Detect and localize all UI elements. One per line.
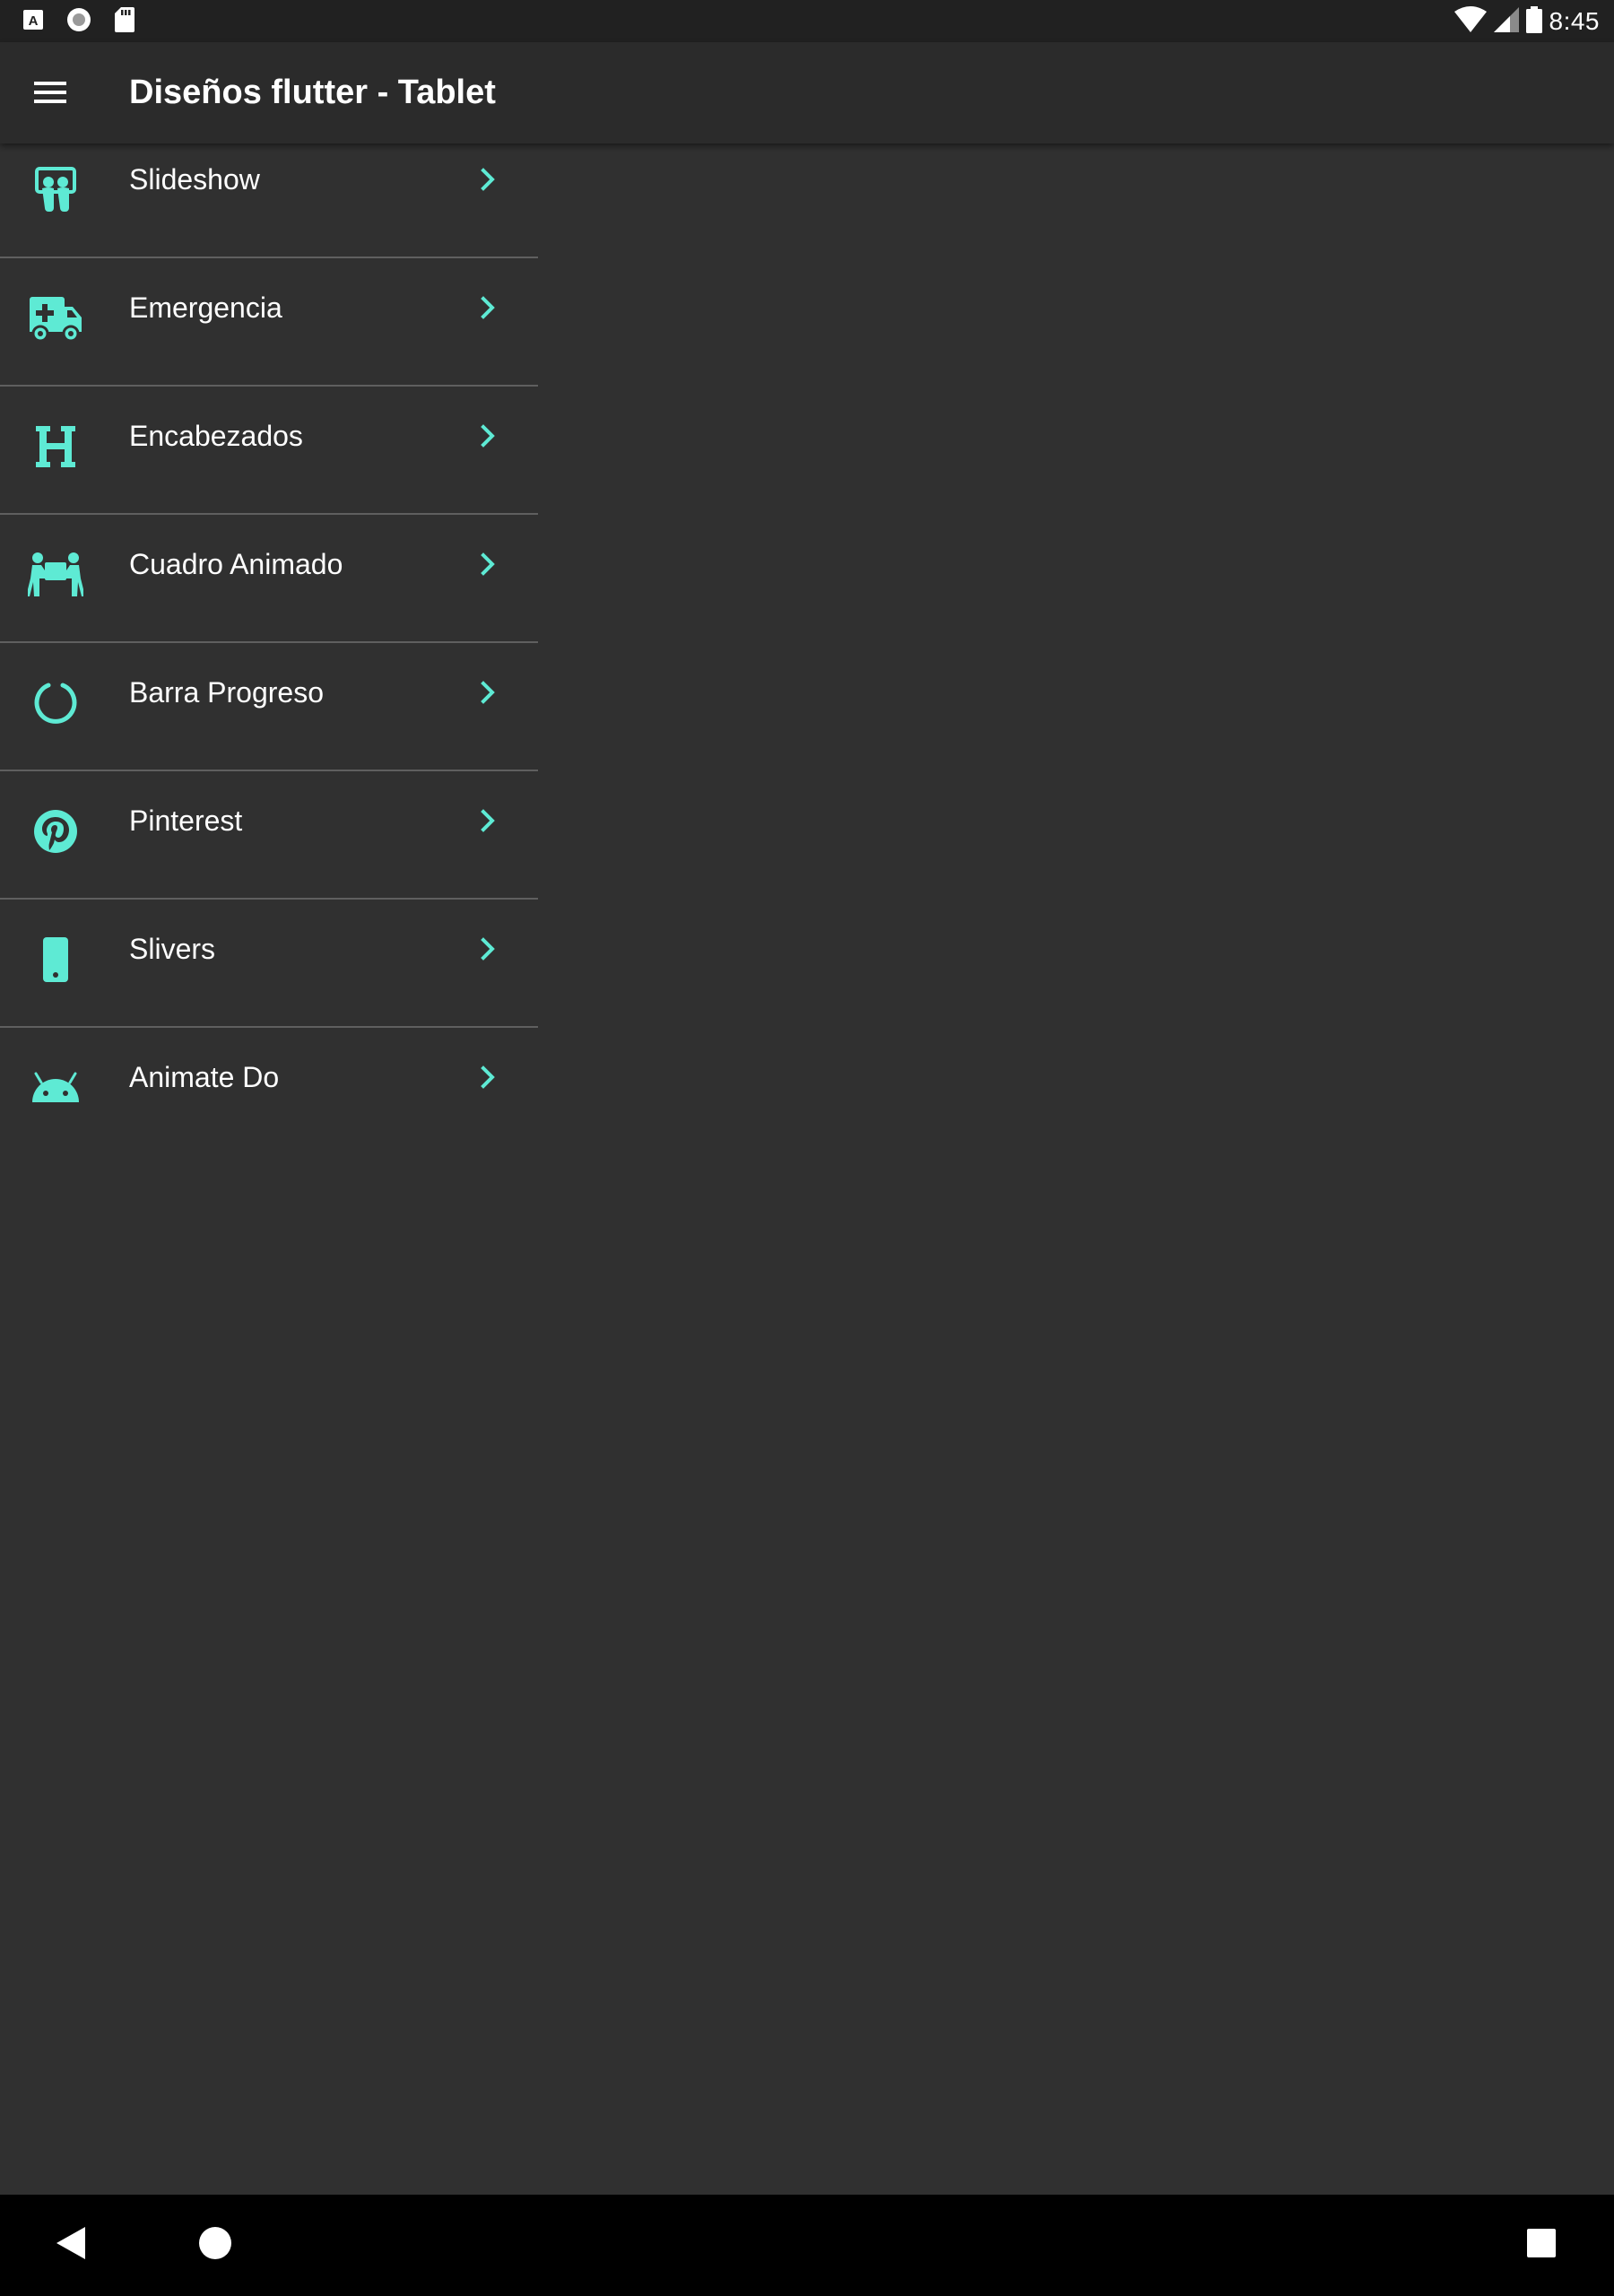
menu-item-barra-progreso[interactable]: Barra Progreso (0, 643, 538, 771)
menu-item-label: Barra Progreso (129, 676, 324, 709)
svg-text:A: A (29, 13, 39, 29)
status-left-icons: A (23, 6, 134, 37)
pinterest-icon (27, 803, 84, 860)
record-icon (66, 7, 91, 37)
chevron-right-icon (472, 676, 504, 709)
status-time: 8:45 (1549, 7, 1600, 35)
menu-list: Slideshow Emergencia Encabezados Cuadro … (0, 144, 538, 1156)
hamburger-menu-button[interactable] (18, 62, 82, 126)
chevron-right-icon (472, 933, 504, 965)
menu-item-label: Slivers (129, 933, 216, 965)
home-button[interactable] (164, 2195, 265, 2296)
menu-item-label: Slideshow (129, 163, 260, 196)
chevron-right-icon (472, 804, 504, 837)
chevron-right-icon (472, 548, 504, 580)
back-icon (55, 2225, 87, 2266)
sd-card-icon (115, 6, 134, 37)
wifi-icon (1453, 5, 1487, 38)
navigation-bar (0, 2195, 1614, 2296)
menu-item-slivers[interactable]: Slivers (0, 900, 538, 1028)
menu-item-label: Encabezados (129, 420, 303, 452)
app-bar: Diseños flutter - Tablet (0, 42, 1614, 144)
menu-item-encabezados[interactable]: Encabezados (0, 387, 538, 515)
menu-item-label: Animate Do (129, 1061, 280, 1093)
circle-notch-icon (27, 674, 84, 732)
menu-item-cuadro-animado[interactable]: Cuadro Animado (0, 515, 538, 643)
menu-item-animate-do[interactable]: Animate Do (0, 1028, 538, 1156)
back-button[interactable] (20, 2195, 121, 2296)
android-icon (27, 1059, 84, 1117)
chevron-right-icon (472, 163, 504, 196)
heading-icon (27, 418, 84, 475)
hamburger-menu-icon (32, 79, 68, 110)
slideshare-icon (27, 161, 84, 219)
cell-signal-icon (1493, 6, 1519, 37)
home-icon (198, 2226, 232, 2265)
menu-item-emergencia[interactable]: Emergencia (0, 258, 538, 387)
menu-item-pinterest[interactable]: Pinterest (0, 771, 538, 900)
status-right-icons: 8:45 (1453, 5, 1601, 38)
status-bar: A 8:45 (0, 0, 1614, 42)
chevron-right-icon (472, 291, 504, 324)
menu-item-label: Cuadro Animado (129, 548, 343, 580)
a-badge-icon: A (23, 9, 43, 34)
chevron-right-icon (472, 1061, 504, 1093)
people-carry-icon (27, 546, 84, 604)
menu-item-label: Pinterest (129, 804, 243, 837)
menu-item-slideshow[interactable]: Slideshow (0, 144, 538, 258)
battery-icon (1525, 5, 1542, 38)
screen: A 8:45 Diseños flutter - Tablet Slidesho… (0, 0, 1614, 2296)
menu-item-label: Emergencia (129, 291, 282, 324)
ambulance-icon (27, 290, 84, 347)
chevron-right-icon (472, 420, 504, 452)
page-title: Diseños flutter - Tablet (129, 74, 496, 111)
recents-icon (1526, 2229, 1556, 2262)
recents-button[interactable] (1490, 2195, 1592, 2296)
mobile-icon (27, 931, 84, 988)
